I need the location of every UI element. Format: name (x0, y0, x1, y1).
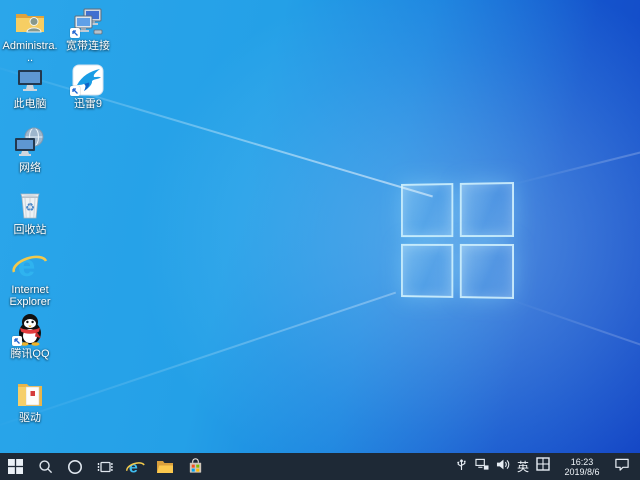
desktop-icon-broadband[interactable]: 宽带连接 (60, 4, 116, 52)
desktop-icon-this-pc[interactable]: 此电脑 (2, 62, 58, 110)
light-beam (508, 298, 640, 345)
microsoft-store-taskbar-button[interactable] (180, 453, 210, 480)
ime-grid-icon[interactable] (536, 457, 550, 476)
desktop-icon-thunder[interactable]: 迅雷9 (60, 62, 116, 110)
icon-label: Internet Explorer (2, 284, 58, 308)
light-beam (0, 292, 396, 430)
thunder-icon (70, 62, 106, 96)
volume-tray-icon[interactable] (496, 458, 510, 476)
start-button[interactable] (0, 453, 30, 480)
internet-explorer-icon: e (12, 248, 48, 282)
qq-icon (12, 312, 48, 346)
shortcut-arrow-badge (12, 336, 22, 346)
icon-label: 驱动 (2, 412, 58, 424)
desktop-icon-internet-explorer[interactable]: e Internet Explorer (2, 248, 58, 308)
taskbar-clock[interactable]: 16:23 2019/8/6 (557, 457, 607, 477)
icon-label: 宽带连接 (60, 40, 116, 52)
svg-text:♻: ♻ (25, 202, 35, 214)
logo-pane (460, 244, 514, 299)
desktop-icon-recycle-bin[interactable]: ♻ 回收站 (2, 188, 58, 236)
shortcut-arrow-badge (70, 86, 80, 96)
windows-logo-wallpaper (401, 182, 514, 299)
taskbar: e (0, 453, 640, 480)
clock-time: 16:23 (557, 457, 607, 467)
light-beam (510, 150, 640, 186)
microsoft-store-icon (187, 458, 204, 475)
desktop-icon-network[interactable]: 网络 (2, 126, 58, 174)
network-icon (12, 126, 48, 160)
search-icon (38, 459, 53, 474)
system-tray: 英 16:23 2019/8/6 (455, 453, 640, 480)
clock-date: 2019/8/6 (557, 467, 607, 477)
network-tray-icon[interactable] (475, 458, 489, 476)
internet-explorer-icon: e (126, 458, 145, 476)
icon-label: 回收站 (2, 224, 58, 236)
cortana-button[interactable] (60, 453, 90, 480)
usb-tray-icon[interactable] (455, 457, 468, 476)
icon-label: 此电脑 (2, 98, 58, 110)
action-center-icon[interactable] (614, 457, 634, 477)
windows-logo-icon (8, 459, 23, 474)
icon-label: 网络 (2, 162, 58, 174)
cortana-icon (67, 459, 83, 475)
task-view-button[interactable] (90, 453, 120, 480)
icon-label: 腾讯QQ (2, 348, 58, 360)
svg-text:e: e (128, 458, 137, 475)
internet-explorer-taskbar-button[interactable]: e (120, 453, 150, 480)
windows-desktop: Administra... 宽带连接 (0, 0, 640, 480)
file-explorer-taskbar-button[interactable] (150, 453, 180, 480)
logo-pane (401, 183, 453, 237)
broadband-connection-icon (70, 4, 106, 38)
recycle-bin-icon: ♻ (12, 188, 48, 222)
file-explorer-icon (156, 459, 174, 475)
logo-pane (460, 182, 514, 237)
desktop-icon-drivers[interactable]: 驱动 (2, 376, 58, 424)
user-folder-icon (12, 4, 48, 38)
this-pc-icon (12, 62, 48, 96)
icon-label: Administra... (2, 40, 58, 64)
language-indicator[interactable]: 英 (517, 458, 529, 475)
logo-pane (401, 244, 453, 298)
shortcut-arrow-badge (70, 28, 80, 38)
desktop-icon-administrator[interactable]: Administra... (2, 4, 58, 64)
drivers-folder-icon (12, 376, 48, 410)
search-button[interactable] (30, 453, 60, 480)
svg-text:e: e (18, 248, 35, 282)
desktop-icon-qq[interactable]: 腾讯QQ (2, 312, 58, 360)
task-view-icon (97, 459, 113, 475)
icon-label: 迅雷9 (60, 98, 116, 110)
